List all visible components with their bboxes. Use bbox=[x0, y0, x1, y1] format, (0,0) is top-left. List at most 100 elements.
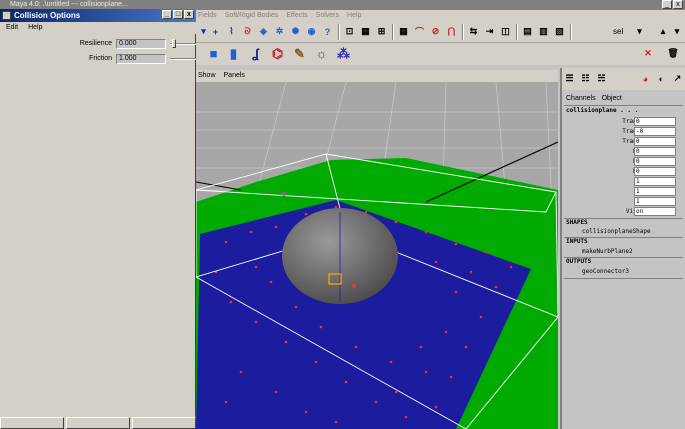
ipr-render-icon[interactable]: ▥ bbox=[536, 24, 551, 39]
channel-value[interactable]: 1 bbox=[634, 187, 676, 196]
maya-window-buttons: _ x bbox=[662, 0, 683, 10]
snap-grid-icon[interactable]: ▦ bbox=[358, 24, 373, 39]
inputs-header: INPUTS bbox=[566, 238, 588, 245]
co-minimize-button[interactable]: _ bbox=[162, 10, 172, 19]
dynamics-icon[interactable]: ✺ bbox=[288, 24, 303, 39]
friction-field[interactable]: 1.000 bbox=[116, 54, 166, 64]
viewport-menu-show[interactable]: Show bbox=[198, 70, 216, 82]
co-close-button[interactable]: x bbox=[184, 10, 194, 19]
separator bbox=[392, 24, 394, 40]
input-icon[interactable]: ⇥ bbox=[482, 24, 497, 39]
friction-label: Friction bbox=[89, 55, 112, 62]
history-icon[interactable]: ⇆ bbox=[466, 24, 481, 39]
snap-curve-icon[interactable]: ⌒ bbox=[412, 24, 427, 39]
channel-value[interactable]: 0 bbox=[634, 167, 676, 176]
emitter-point[interactable] bbox=[282, 192, 286, 196]
snap-grid-icon[interactable]: ▦ bbox=[396, 24, 411, 39]
menu-effects[interactable]: Effects bbox=[286, 10, 307, 21]
selection-field-label[interactable]: sel bbox=[613, 27, 623, 36]
channel-value[interactable]: 1 bbox=[634, 177, 676, 186]
render-view-icon[interactable]: ▤ bbox=[520, 24, 535, 39]
channel-box-toolbar: ☰ ☷ ☵ ◕ ◐ ↗ bbox=[562, 68, 685, 90]
layout-icon[interactable]: ☵ bbox=[594, 71, 609, 86]
red-cross-icon[interactable]: ✕ bbox=[640, 46, 656, 61]
input-node[interactable]: makeNurbPlane2 bbox=[582, 248, 633, 255]
particle-tool-icon[interactable]: ʆ bbox=[248, 46, 263, 61]
viewport-menu-panels[interactable]: Panels bbox=[224, 70, 245, 82]
render-globe-icon[interactable]: ◕ bbox=[638, 71, 653, 86]
gravity-field-icon[interactable]: ☼ bbox=[314, 46, 329, 61]
channel-box-tabs: Channels Object bbox=[566, 95, 622, 102]
surface-icon[interactable]: ◈ bbox=[256, 24, 271, 39]
menu-soft-rigid-bodies[interactable]: Soft/Rigid Bodies bbox=[225, 10, 279, 21]
pivot-point bbox=[352, 284, 356, 288]
add-button[interactable] bbox=[0, 417, 64, 429]
viewport-menu-bar: Show Panels bbox=[196, 70, 558, 82]
co-menu-help[interactable]: Help bbox=[28, 22, 42, 34]
minimize-button[interactable]: _ bbox=[662, 0, 672, 9]
channel-value[interactable]: -0 bbox=[634, 127, 676, 136]
render-globals-icon[interactable]: ▧ bbox=[552, 24, 567, 39]
friction-slider[interactable] bbox=[170, 58, 196, 60]
channel-value[interactable]: 0 bbox=[634, 157, 676, 166]
status-line: ▾ + ⌇ ᘐ ◈ ✲ ✺ ◉ ? ⊡ ▦ ⊞ ▦ ⌒ ⊘ ⋂ ⇆ ⇥ ◫ ▤ … bbox=[196, 21, 685, 43]
window-icon bbox=[2, 11, 11, 20]
tab-channels[interactable]: Channels bbox=[566, 95, 596, 102]
shapes-header: SHAPES bbox=[566, 219, 588, 226]
trash-icon[interactable]: 🗑 bbox=[666, 46, 680, 61]
emitter-icon[interactable]: ⌬ bbox=[270, 46, 285, 61]
separator bbox=[338, 24, 340, 40]
channel-value[interactable]: 0 bbox=[634, 117, 676, 126]
collision-options-title: Collision Options bbox=[14, 11, 81, 20]
lasso-icon[interactable]: ⌇ bbox=[224, 24, 239, 39]
resilience-slider-thumb[interactable] bbox=[172, 39, 176, 48]
layout-icon[interactable]: ☷ bbox=[578, 71, 593, 86]
menu-solvers[interactable]: Solvers bbox=[316, 10, 339, 21]
help-query-icon[interactable]: ? bbox=[320, 24, 335, 39]
close-button[interactable] bbox=[132, 417, 196, 429]
curve-icon[interactable]: ᘐ bbox=[240, 24, 255, 39]
deformer-icon[interactable]: ✲ bbox=[272, 24, 287, 39]
menu-help[interactable]: Help bbox=[347, 10, 361, 21]
scroll-down-icon[interactable]: ▾ bbox=[670, 24, 684, 39]
maya-title-text: Maya 4.0: .\untitled --- collisionplane.… bbox=[10, 1, 128, 8]
dark-edge-line bbox=[196, 181, 242, 191]
menu-fields[interactable]: Fields bbox=[198, 10, 217, 21]
object-name[interactable]: collisionplane . . . bbox=[566, 107, 638, 114]
tab-object[interactable]: Object bbox=[602, 95, 622, 102]
air-field-icon[interactable]: ✎ bbox=[292, 46, 307, 61]
separator bbox=[462, 24, 464, 40]
tool-settings-icon[interactable]: ↗ bbox=[670, 71, 685, 86]
resilience-field[interactable]: 0.000 bbox=[116, 39, 166, 49]
attribute-editor-icon[interactable]: ◐ bbox=[654, 71, 669, 86]
add-icon[interactable]: + bbox=[208, 24, 223, 39]
output-icon[interactable]: ◫ bbox=[498, 24, 513, 39]
channel-value[interactable]: 0 bbox=[634, 137, 676, 146]
channel-value[interactable]: on bbox=[634, 207, 676, 216]
co-menu-edit[interactable]: Edit bbox=[6, 22, 18, 34]
collision-options-window: Collision Options _ □ x Edit Help Resili… bbox=[0, 9, 196, 429]
field-menu-icon[interactable]: ▾ bbox=[632, 24, 647, 39]
viewport-scene bbox=[196, 82, 558, 429]
shape-node[interactable]: collisionplaneShape bbox=[582, 228, 651, 235]
layout-icon[interactable]: ☰ bbox=[562, 71, 577, 86]
cube-icon[interactable]: ■ bbox=[206, 46, 221, 61]
render-icon[interactable]: ◉ bbox=[304, 24, 319, 39]
output-node[interactable]: geoConnector3 bbox=[582, 268, 629, 275]
perspective-viewport[interactable] bbox=[196, 82, 558, 429]
channel-value[interactable]: 1 bbox=[634, 197, 676, 206]
snap-curve-icon[interactable]: ⊞ bbox=[374, 24, 389, 39]
snap-point-icon[interactable]: ⊘ bbox=[428, 24, 443, 39]
lock-icon[interactable]: ⊡ bbox=[342, 24, 357, 39]
divider bbox=[564, 278, 683, 279]
co-maximize-button[interactable]: □ bbox=[173, 10, 183, 19]
collide-icon[interactable]: ⁂ bbox=[336, 46, 351, 61]
divider bbox=[564, 105, 683, 106]
collision-options-button-row bbox=[0, 417, 196, 429]
scroll-up-icon[interactable]: ▴ bbox=[656, 24, 670, 39]
magnet-icon[interactable]: ⋂ bbox=[444, 24, 459, 39]
channel-value[interactable]: 0 bbox=[634, 147, 676, 156]
apply-button[interactable] bbox=[66, 417, 130, 429]
close-button[interactable]: x bbox=[673, 0, 683, 9]
cylinder-icon[interactable]: ▮ bbox=[226, 46, 241, 61]
